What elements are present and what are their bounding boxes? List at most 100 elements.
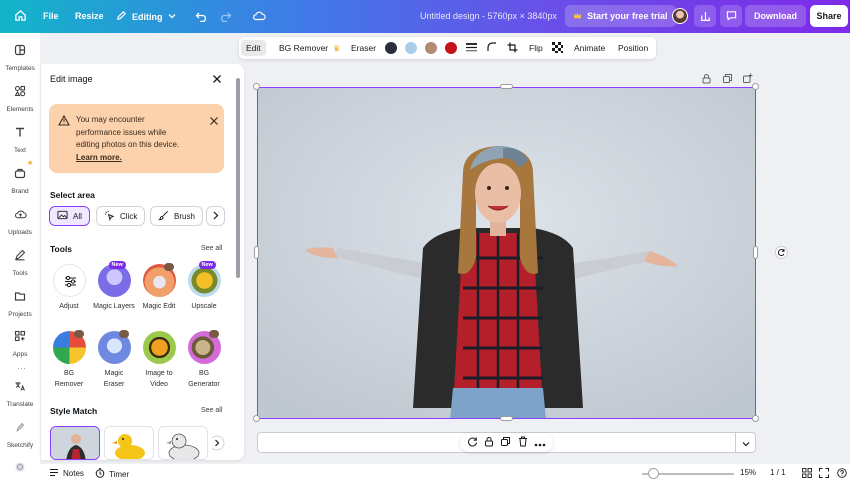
color-swatch-light-blue[interactable] bbox=[405, 42, 417, 54]
timer-icon bbox=[95, 468, 105, 480]
page-indicator[interactable]: 1 / 1 bbox=[770, 468, 786, 477]
resize-handle-top-left[interactable] bbox=[253, 83, 260, 90]
fullscreen-button[interactable] bbox=[819, 468, 829, 480]
bg-remover-button[interactable]: BG Remover ♛ bbox=[279, 37, 340, 59]
editing-mode-dropdown[interactable]: Editing bbox=[116, 10, 176, 23]
undo-button[interactable] bbox=[195, 10, 207, 24]
zoom-level[interactable]: 15% bbox=[740, 468, 756, 477]
resize-handle-bottom-right[interactable] bbox=[752, 415, 759, 422]
select-click-chip[interactable]: Click bbox=[96, 206, 146, 226]
redo-icon bbox=[220, 10, 232, 24]
help-button[interactable] bbox=[837, 468, 847, 480]
resize-handle-top[interactable] bbox=[500, 84, 513, 89]
rail-item-brand[interactable]: Brand bbox=[0, 166, 40, 195]
free-trial-button[interactable]: Start your free trial bbox=[565, 5, 676, 27]
select-brush-chip[interactable]: Brush bbox=[150, 206, 203, 226]
style-card-original[interactable] bbox=[50, 426, 100, 460]
more-options-icon[interactable] bbox=[534, 434, 546, 452]
pencil-icon bbox=[116, 10, 127, 23]
rail-item-templates[interactable]: Templates bbox=[0, 43, 40, 72]
tool-magic-eraser[interactable]: Magic Eraser bbox=[92, 330, 136, 390]
rail-item-sketchify[interactable]: Sketchify bbox=[0, 420, 40, 449]
copy-icon[interactable] bbox=[500, 434, 511, 452]
edit-button[interactable]: Edit bbox=[241, 40, 266, 56]
select-all-chip[interactable]: All bbox=[49, 206, 90, 226]
rail-item-elements[interactable]: Elements bbox=[0, 84, 40, 113]
color-swatch-tan[interactable] bbox=[425, 42, 437, 54]
color-swatch-red[interactable] bbox=[445, 42, 457, 54]
design-canvas[interactable] bbox=[257, 87, 756, 419]
learn-more-link[interactable]: Learn more. bbox=[76, 153, 122, 162]
redo-button[interactable] bbox=[220, 10, 232, 24]
tool-image-to-video[interactable]: Image to Video bbox=[137, 331, 181, 390]
transparency-button[interactable] bbox=[552, 37, 563, 59]
style-card-duck-sketch[interactable] bbox=[158, 426, 208, 460]
rail-item-translate[interactable]: Translate bbox=[0, 379, 40, 408]
tools-see-all[interactable]: See all bbox=[201, 245, 222, 252]
tool-magic-layers[interactable]: New Magic Layers bbox=[92, 261, 136, 312]
corner-rounding-button[interactable] bbox=[487, 37, 497, 59]
resize-handle-bottom-left[interactable] bbox=[253, 415, 260, 422]
page-strip-toggle[interactable] bbox=[735, 432, 756, 453]
file-menu[interactable]: File bbox=[43, 11, 59, 21]
bar-chart-icon bbox=[700, 10, 711, 23]
insights-button[interactable] bbox=[694, 5, 716, 27]
rail-item-text[interactable]: Text bbox=[0, 125, 40, 154]
rail-item-apps[interactable]: Apps bbox=[0, 329, 40, 358]
trash-icon[interactable] bbox=[518, 434, 528, 452]
tool-bg-remover[interactable]: BG Remover bbox=[47, 330, 91, 390]
notes-button[interactable]: Notes bbox=[49, 468, 84, 479]
zoom-slider-knob[interactable] bbox=[648, 468, 659, 479]
crown-icon bbox=[573, 11, 582, 22]
panel-scrollbar-thumb[interactable] bbox=[236, 78, 240, 278]
grid-view-button[interactable] bbox=[802, 468, 812, 480]
refresh-icon[interactable] bbox=[467, 434, 478, 452]
resize-handle-left[interactable] bbox=[254, 246, 259, 259]
upscale-icon: New bbox=[187, 261, 221, 297]
avatar[interactable] bbox=[672, 8, 688, 24]
transparency-icon bbox=[552, 41, 563, 55]
download-button[interactable]: Download bbox=[745, 5, 806, 27]
tool-label: BG Remover bbox=[54, 370, 84, 388]
style-match-see-all[interactable]: See all bbox=[201, 407, 222, 414]
position-button[interactable]: Position bbox=[618, 37, 648, 59]
style-cards-scroll-right[interactable] bbox=[212, 426, 232, 460]
cloud-save-status[interactable] bbox=[252, 10, 266, 24]
resize-handle-top-right[interactable] bbox=[752, 83, 759, 90]
share-button[interactable]: Share bbox=[810, 5, 848, 27]
warning-close-icon[interactable] bbox=[209, 113, 219, 131]
lock-icon[interactable] bbox=[484, 434, 494, 452]
tool-adjust[interactable]: Adjust bbox=[47, 264, 91, 312]
chips-scroll-right[interactable] bbox=[206, 206, 225, 226]
resize-handle-bottom[interactable] bbox=[500, 416, 513, 421]
tool-upscale[interactable]: New Upscale bbox=[182, 261, 226, 312]
crown-badge-icon bbox=[118, 330, 129, 338]
rotate-icon[interactable] bbox=[775, 246, 788, 264]
design-title[interactable]: Untitled design - 5760px × 3840px bbox=[420, 11, 557, 21]
resize-handle-right[interactable] bbox=[753, 246, 758, 259]
rail-item-uploads[interactable]: Uploads bbox=[0, 207, 40, 236]
animate-button[interactable]: Animate bbox=[574, 37, 605, 59]
tool-label: Magic Edit bbox=[142, 303, 176, 310]
border-style-button[interactable] bbox=[466, 37, 477, 59]
comments-button[interactable] bbox=[720, 5, 742, 27]
home-button[interactable] bbox=[14, 9, 27, 22]
style-card-duck-3d[interactable] bbox=[104, 426, 154, 460]
rail-divider: ··· bbox=[17, 363, 26, 373]
crop-button[interactable] bbox=[507, 37, 518, 59]
eraser-button[interactable]: Eraser bbox=[351, 37, 376, 59]
panel-close-button[interactable] bbox=[211, 72, 225, 86]
rail-label-uploads: Uploads bbox=[8, 229, 32, 236]
tool-magic-edit[interactable]: Magic Edit bbox=[137, 263, 181, 312]
chip-label-brush: Brush bbox=[174, 211, 195, 221]
tool-bg-generator[interactable]: BG Generator bbox=[182, 330, 226, 390]
resize-button[interactable]: Resize bbox=[75, 11, 104, 21]
magic-edit-icon bbox=[142, 263, 176, 297]
rail-item-profile[interactable] bbox=[0, 460, 40, 478]
color-swatch-navy[interactable] bbox=[385, 42, 397, 54]
rail-item-tools[interactable]: Tools bbox=[0, 248, 40, 277]
timer-button[interactable]: Timer bbox=[95, 468, 129, 480]
rail-item-projects[interactable]: Projects bbox=[0, 289, 40, 318]
apps-grid-icon bbox=[14, 329, 26, 347]
flip-button[interactable]: Flip bbox=[529, 37, 543, 59]
